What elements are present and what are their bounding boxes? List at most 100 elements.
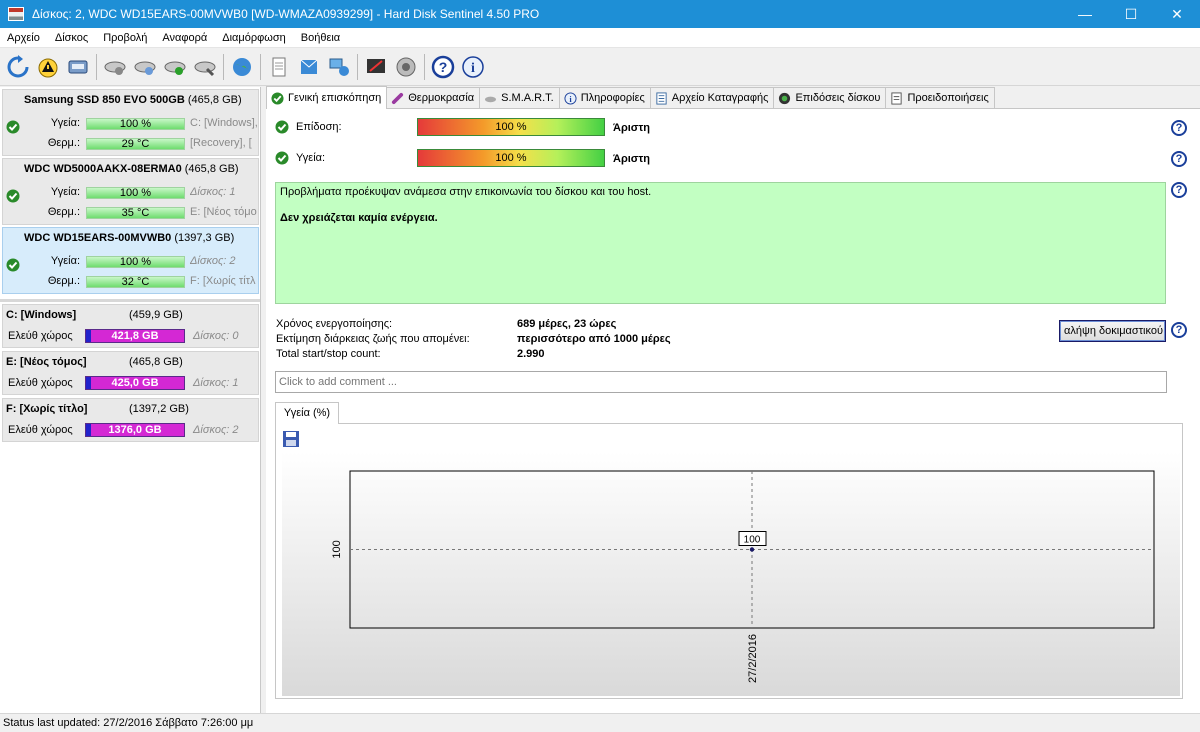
partition-size: (459,9 GB): [129, 309, 183, 321]
menu-help[interactable]: Βοήθεια: [294, 32, 348, 44]
performance-label: Επίδοση:: [296, 121, 342, 133]
check-icon: [275, 120, 289, 134]
performance-bar: 100 %: [417, 118, 605, 136]
comment-input[interactable]: [275, 371, 1167, 393]
tab-performance[interactable]: Επιδόσεις δίσκου: [773, 87, 887, 108]
status-message-line: Προβλήματα προέκυψαν ανάμεσα στην επικοι…: [280, 186, 652, 198]
menu-view[interactable]: Προβολή: [96, 32, 155, 44]
power-on-value: 689 μέρες, 23 ώρες: [517, 318, 617, 330]
help-icon[interactable]: ?: [1171, 151, 1187, 167]
free-space-bar: 421,8 GB: [85, 329, 185, 343]
save-icon[interactable]: [282, 430, 300, 448]
power-on-label: Χρόνος ενεργοποίησης:: [276, 318, 393, 330]
toolbar-separator: [424, 53, 425, 80]
minimize-button[interactable]: —: [1062, 0, 1108, 28]
partition-name: F: [Χωρίς τίτλο]: [6, 403, 88, 415]
tab-label: Επιδόσεις δίσκου: [795, 92, 881, 104]
help-icon[interactable]: ?: [1171, 120, 1187, 136]
tab-smart[interactable]: S.M.A.R.T.: [479, 87, 560, 108]
maximize-button[interactable]: ☐: [1108, 0, 1154, 28]
disk-test-icon[interactable]: [100, 52, 129, 81]
temp-bar: 32 °C: [86, 276, 185, 288]
check-icon: [275, 151, 289, 165]
free-space-label: Ελεύθ χώρος: [8, 424, 73, 436]
partition-item-e[interactable]: E: [Νέος τόμος] (465,8 GB) Ελεύθ χώρος 4…: [2, 351, 259, 395]
chart-tab-health[interactable]: Υγεία (%): [275, 402, 339, 424]
menu-report[interactable]: Αναφορά: [155, 32, 215, 44]
tab-information[interactable]: i Πληροφορίες: [558, 87, 651, 108]
lifetime-label: Εκτίμηση διάρκειας ζωής που απομένει:: [276, 333, 470, 345]
health-bar: 100 %: [86, 118, 185, 130]
menu-bar: Αρχείο Δίσκος Προβολή Αναφορά Διαμόρφωση…: [0, 28, 1200, 48]
disk-model: WDC WD15EARS-00MVWB0: [24, 232, 172, 244]
help-icon[interactable]: ?: [1171, 322, 1187, 338]
toolbar-separator: [96, 53, 97, 80]
close-button[interactable]: ✕: [1154, 0, 1200, 28]
tab-strip: Γενική επισκόπηση Θερμοκρασία S.M.A.R.T.…: [266, 86, 1200, 109]
performance-rating: Άριστη: [613, 122, 650, 134]
globe-icon[interactable]: [227, 52, 256, 81]
status-bar: Status last updated: 27/2/2016 Σάββατο 7…: [0, 713, 1200, 732]
help-icon[interactable]: ?: [428, 52, 457, 81]
surface-test-icon[interactable]: [130, 52, 159, 81]
refresh-icon[interactable]: [3, 52, 32, 81]
partition-item-f[interactable]: F: [Χωρίς τίτλο] (1397,2 GB) Ελεύθ χώρος…: [2, 398, 259, 442]
tab-label: S.M.A.R.T.: [501, 92, 554, 104]
report-icon[interactable]: [264, 52, 293, 81]
settings-icon[interactable]: [361, 52, 390, 81]
y-tick-label: 100: [331, 540, 343, 558]
disk-info-icon[interactable]: [63, 52, 92, 81]
disk-name: WDC WD5000AAKX-08ERMA0 (465,8 GB): [24, 163, 239, 175]
disk-item-2[interactable]: WDC WD15EARS-00MVWB0 (1397,3 GB) Υγεία: …: [2, 227, 259, 294]
health-row: Υγεία:: [275, 151, 406, 165]
menu-configuration[interactable]: Διαμόρφωση: [215, 32, 294, 44]
help-icon[interactable]: ?: [1171, 182, 1187, 198]
health-label: Υγεία:: [50, 117, 80, 129]
partition-size: (1397,2 GB): [129, 403, 189, 415]
tab-log[interactable]: Αρχείο Καταγραφής: [649, 87, 775, 108]
health-bar: 100 %: [86, 256, 185, 268]
health-label: Υγεία:: [50, 186, 80, 198]
disk-ok-icon[interactable]: [160, 52, 189, 81]
menu-disk[interactable]: Δίσκος: [48, 32, 96, 44]
about-icon[interactable]: i: [458, 52, 487, 81]
performance-row: Επίδοση:: [275, 120, 406, 134]
partition-hint: C: [Windows],: [190, 117, 258, 129]
data-point: [749, 547, 755, 552]
health-bar: 100 %: [417, 149, 605, 167]
toolbar: ? i: [0, 48, 1200, 86]
tab-alerts[interactable]: Προειδοποιήσεις: [885, 87, 995, 108]
temp-bar: 29 °C: [86, 138, 185, 150]
disk-model: Samsung SSD 850 EVO 500GB: [24, 94, 185, 106]
partition-item-c[interactable]: C: [Windows] (459,9 GB) Ελεύθ χώρος 421,…: [2, 304, 259, 348]
check-icon: [6, 120, 20, 137]
svg-text:i: i: [471, 61, 475, 76]
disk-size: (465,8 GB): [184, 163, 239, 175]
sound-icon[interactable]: [391, 52, 420, 81]
check-icon: [6, 189, 20, 206]
disk-size: (465,8 GB): [187, 94, 242, 106]
free-space-bar: 425,0 GB: [85, 376, 185, 390]
tab-overview[interactable]: Γενική επισκόπηση: [266, 86, 388, 109]
disk-name: WDC WD15EARS-00MVWB0 (1397,3 GB): [24, 232, 234, 244]
tab-label: Αρχείο Καταγραφής: [671, 92, 769, 104]
free-space-label: Ελεύθ χώρος: [8, 377, 73, 389]
disk-number-hint: Δίσκος: 2: [190, 255, 236, 267]
tab-label: Πληροφορίες: [580, 92, 645, 104]
disk-list-panel: Samsung SSD 850 EVO 500GB (465,8 GB) Υγε…: [0, 87, 261, 713]
send-report-icon[interactable]: [294, 52, 323, 81]
health-bar: 100 %: [86, 187, 185, 199]
disk-item-1[interactable]: WDC WD5000AAKX-08ERMA0 (465,8 GB) Υγεία:…: [2, 158, 259, 225]
startstop-value: 2.990: [517, 348, 545, 360]
warning-disk-icon[interactable]: [33, 52, 62, 81]
free-space-bar: 1376,0 GB: [85, 423, 185, 437]
test-button[interactable]: αλήψη δοκιμαστικού: [1059, 320, 1166, 342]
network-icon[interactable]: [324, 52, 353, 81]
health-chart: 27/2/2016 100 100: [331, 470, 1155, 683]
tab-temperature[interactable]: Θερμοκρασία: [386, 87, 481, 108]
disk-item-0[interactable]: Samsung SSD 850 EVO 500GB (465,8 GB) Υγε…: [2, 89, 259, 156]
toolbar-separator: [223, 53, 224, 80]
menu-file[interactable]: Αρχείο: [0, 32, 48, 44]
overview-panel: Επίδοση: 100 % Άριστη ? Υγεία: 100 % Άρι…: [266, 109, 1200, 713]
disk-tool-icon[interactable]: [190, 52, 219, 81]
